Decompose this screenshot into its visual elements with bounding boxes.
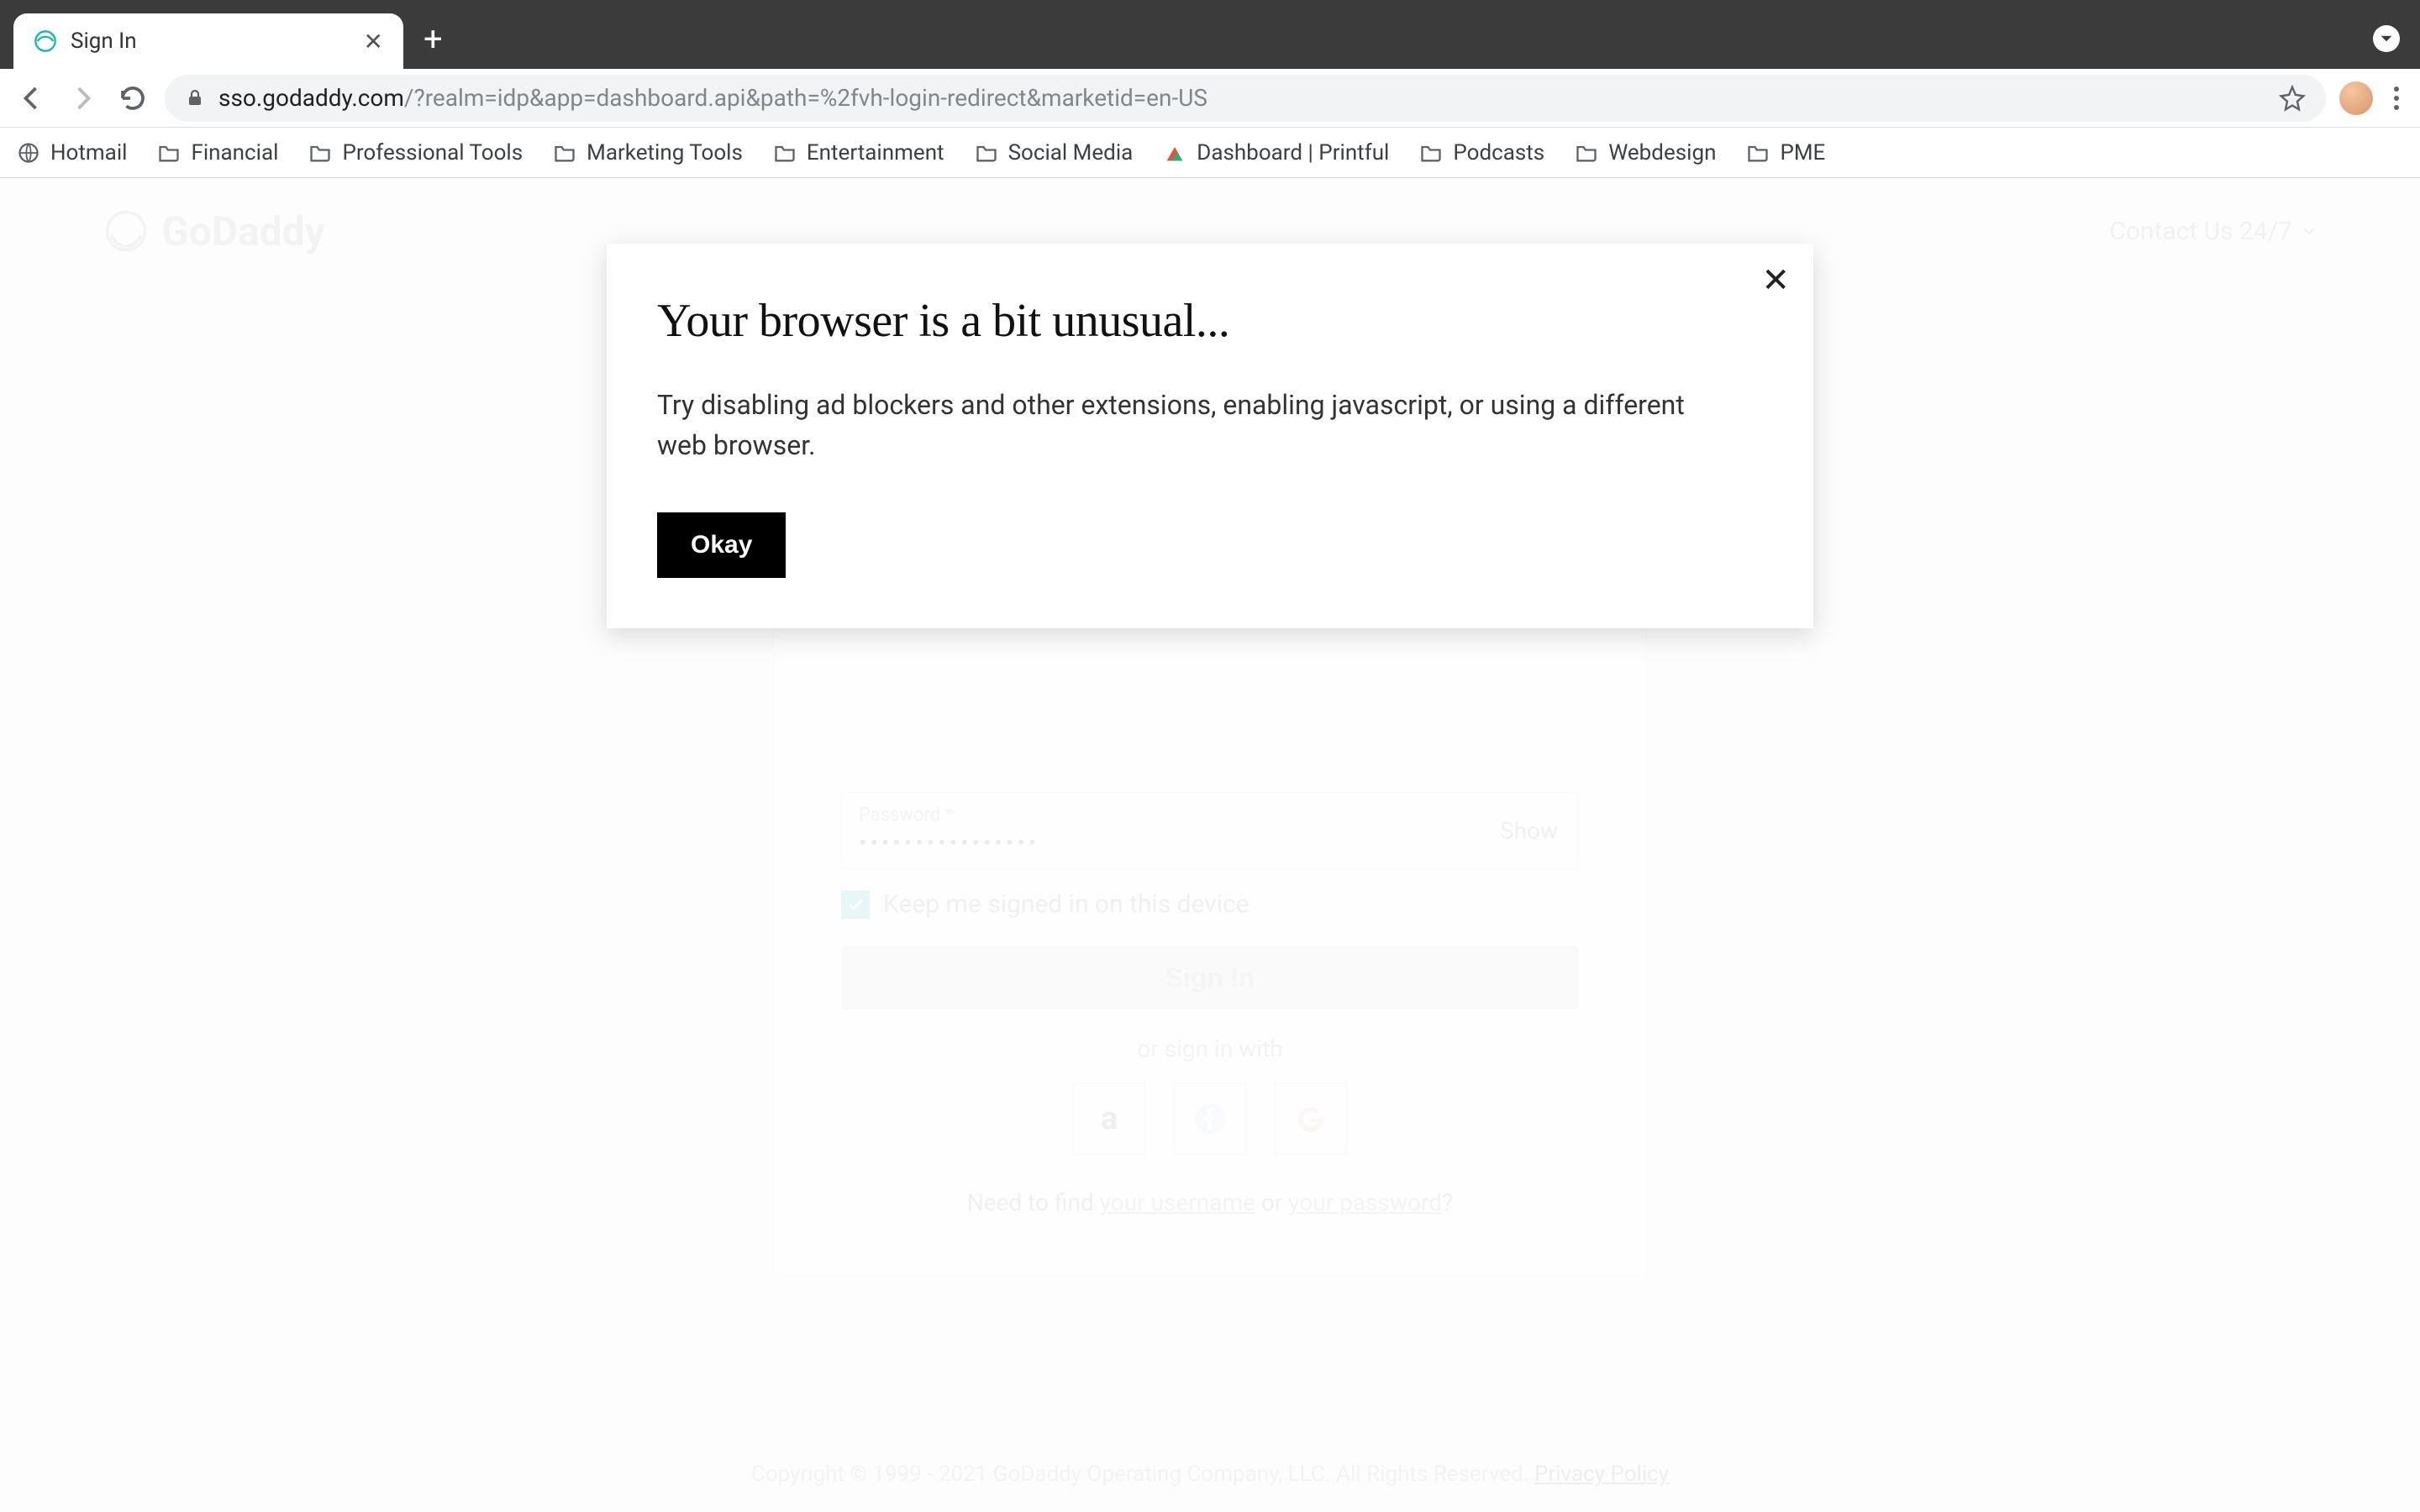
bookmark-printful[interactable]: Dashboard | Printful: [1163, 140, 1389, 165]
bookmark-label: PME: [1780, 140, 1825, 165]
bookmark-podcasts[interactable]: Podcasts: [1419, 140, 1544, 165]
page-viewport: GoDaddy Contact Us 24/7 Password * •••••…: [0, 178, 2420, 1512]
bookmark-label: Dashboard | Printful: [1197, 140, 1389, 165]
bookmark-label: Hotmail: [50, 140, 127, 165]
modal-close-button[interactable]: ✕: [1761, 264, 1790, 297]
new-tab-button[interactable]: +: [403, 19, 463, 59]
tab-close-icon[interactable]: ✕: [364, 28, 383, 55]
folder-icon: [308, 141, 332, 165]
printful-icon: [1163, 141, 1186, 165]
tab-search-button[interactable]: [2373, 25, 2400, 52]
globe-icon: [17, 141, 40, 165]
bookmark-label: Financial: [191, 140, 278, 165]
bookmark-label: Podcasts: [1453, 140, 1544, 165]
url-text: sso.godaddy.com/?realm=idp&app=dashboard…: [218, 84, 1207, 112]
folder-icon: [773, 141, 797, 165]
browser-unusual-modal: ✕ Your browser is a bit unusual... Try d…: [607, 244, 1813, 628]
browser-tab-strip: Sign In ✕ +: [0, 0, 2420, 69]
bookmark-label: Social Media: [1008, 140, 1134, 165]
folder-icon: [553, 141, 576, 165]
reload-button[interactable]: [114, 80, 151, 117]
bookmark-label: Entertainment: [807, 140, 944, 165]
modal-okay-button[interactable]: Okay: [657, 512, 786, 578]
lock-icon: [185, 88, 205, 108]
bookmark-marketing-tools[interactable]: Marketing Tools: [553, 140, 743, 165]
back-button[interactable]: [13, 80, 50, 117]
bookmark-star-icon[interactable]: [2279, 85, 2306, 112]
profile-avatar[interactable]: [2339, 81, 2373, 115]
bookmark-entertainment[interactable]: Entertainment: [773, 140, 944, 165]
folder-icon: [1419, 141, 1443, 165]
browser-toolbar: sso.godaddy.com/?realm=idp&app=dashboard…: [0, 69, 2420, 128]
bookmark-professional-tools[interactable]: Professional Tools: [308, 140, 523, 165]
modal-title: Your browser is a bit unusual...: [657, 294, 1763, 348]
bookmark-hotmail[interactable]: Hotmail: [17, 140, 127, 165]
bookmark-webdesign[interactable]: Webdesign: [1575, 140, 1716, 165]
forward-button[interactable]: [64, 80, 101, 117]
tab-favicon: [34, 29, 57, 53]
bookmark-label: Professional Tools: [342, 140, 523, 165]
bookmark-social-media[interactable]: Social Media: [975, 140, 1134, 165]
folder-icon: [157, 141, 181, 165]
bookmark-pme[interactable]: PME: [1746, 140, 1825, 165]
browser-tab-active[interactable]: Sign In ✕: [13, 13, 403, 69]
folder-icon: [1575, 141, 1598, 165]
bookmarks-bar: Hotmail Financial Professional Tools Mar…: [0, 128, 2420, 178]
address-bar[interactable]: sso.godaddy.com/?realm=idp&app=dashboard…: [165, 75, 2326, 122]
bookmark-label: Webdesign: [1608, 140, 1716, 165]
folder-icon: [975, 141, 998, 165]
bookmark-label: Marketing Tools: [587, 140, 743, 165]
folder-icon: [1746, 141, 1770, 165]
browser-menu-button[interactable]: [2386, 80, 2407, 117]
modal-body-text: Try disabling ad blockers and other exte…: [657, 385, 1716, 465]
tab-title: Sign In: [71, 29, 350, 54]
bookmark-financial[interactable]: Financial: [157, 140, 278, 165]
